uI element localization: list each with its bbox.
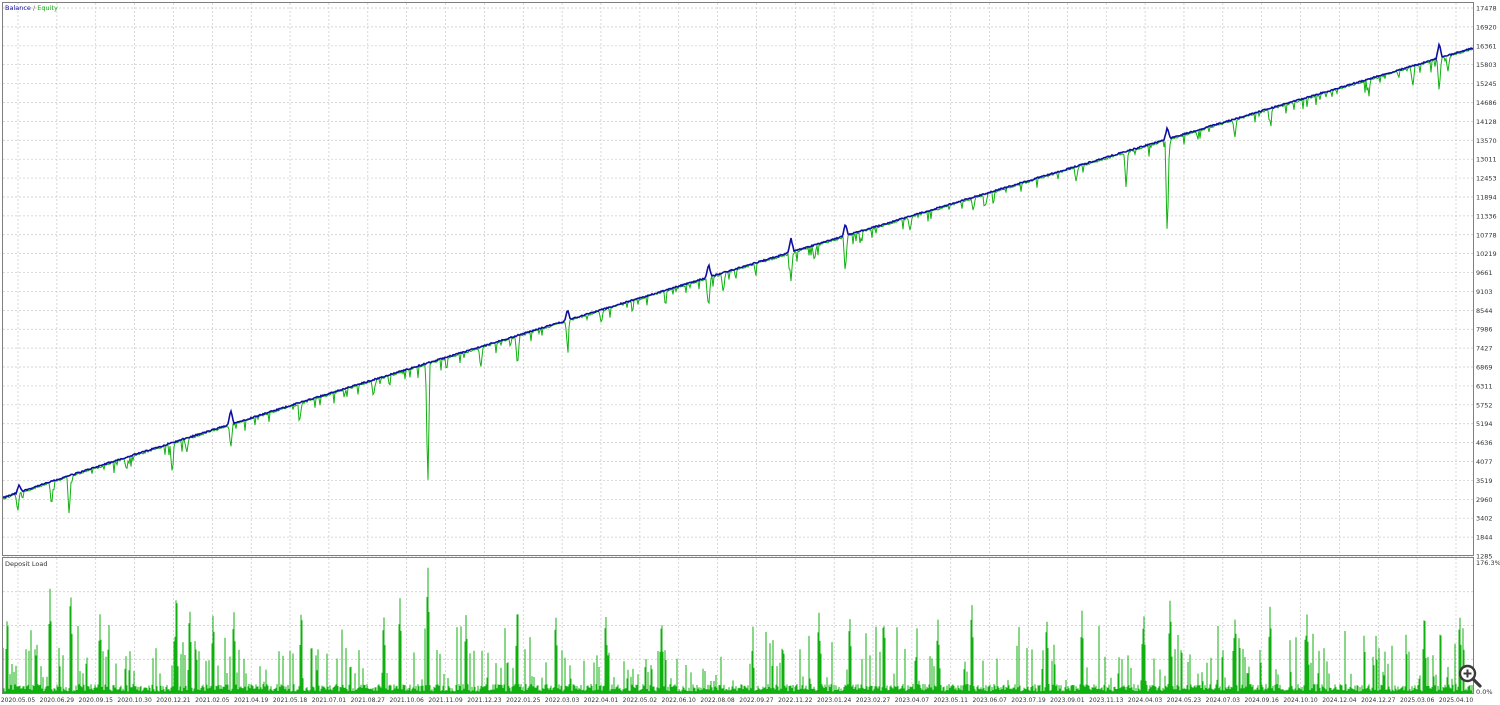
y-tick-label: 6311 [1476,382,1493,390]
magnifier-plus-icon [1458,664,1482,688]
y-tick-label: 5752 [1476,401,1493,409]
y-tick-label: 15245 [1476,80,1497,88]
y-tick-label: 9661 [1476,269,1493,277]
x-tick-label: 2022.09.27 [739,697,774,704]
x-tick-label: 2021.10.06 [389,697,424,704]
legend-balance-label: Balance [5,4,31,12]
x-tick-label: 2023.09.01 [1050,697,1085,704]
y-tick-label: 11336 [1476,212,1497,220]
y-tick-label: 15803 [1476,61,1497,69]
y-tick-label: 13011 [1476,156,1497,164]
legend-equity-label: Equity [37,4,58,12]
y-tick-label: 4636 [1476,439,1493,447]
x-tick-label: 2020.06.29 [40,697,75,704]
x-tick-label: 2023.06.07 [972,697,1007,704]
x-tick-label: 2022.11.22 [778,697,813,704]
y-tick-label: 16361 [1476,42,1497,50]
x-tick-label: 2020.09.15 [79,697,114,704]
y-tick-label: 7986 [1476,326,1493,334]
legend: Balance / Equity [5,4,58,12]
x-tick-label: 2024.05.23 [1167,697,1202,704]
x-tick-label: 2021.12.23 [467,697,502,704]
y-tick-label: 13570 [1476,137,1497,145]
x-tick-label: 2022.01.25 [506,697,541,704]
x-tick-label: 2023.05.11 [934,697,969,704]
x-tick-label: 2023.07.19 [1011,697,1046,704]
y-tick-label: 3519 [1476,477,1493,485]
y-tick-label: 8544 [1476,307,1493,315]
y-tick-label: 9103 [1476,288,1493,296]
x-tick-label: 2022.06.10 [662,697,697,704]
y-tick-label: 14128 [1476,118,1497,126]
x-tick-label: 2021.02.05 [195,697,230,704]
y-tick-label: 4077 [1476,458,1493,466]
y-tick-label: 10219 [1476,250,1497,258]
y-tick-label: 3402 [1476,515,1493,523]
x-tick-label: 2021.08.27 [351,697,386,704]
x-tick-label: 2024.12.27 [1361,697,1396,704]
x-tick-label: 2022.03.03 [545,697,580,704]
x-tick-label: 2024.09.16 [1244,697,1279,704]
y-tick-label: 1844 [1476,534,1493,542]
x-tick-label: 2020.12.21 [156,697,191,704]
x-tick-label: 2020.10.30 [117,697,152,704]
x-tick-label: 2021.07.01 [312,697,347,704]
x-tick-label: 2022.05.02 [623,697,658,704]
strategy-tester-graph: 17478 16920 16361 15803 15245 14686 14128 13570… [0,0,1500,705]
x-tick-label: 2025.04.10 [1439,697,1474,704]
y-tick-label: 17478 [1476,5,1497,13]
y-tick-label: 11894 [1476,193,1497,201]
y-tick-label: 10778 [1476,231,1497,239]
y-tick-label: 7427 [1476,345,1493,353]
y-tick-label: 2960 [1476,496,1493,504]
deposit-load-max-tick: 176.3% [1476,559,1500,567]
x-tick-label: 2025.03.06 [1400,697,1435,704]
y-tick-label: 12453 [1476,175,1497,183]
x-tick-label: 2024.10.10 [1283,697,1318,704]
deposit-load-min-tick: 0.0% [1476,688,1493,696]
zoom-button[interactable] [1457,663,1483,689]
x-tick-label: 2021.11.09 [428,697,463,704]
x-tick-label: 2022.04.01 [584,697,619,704]
x-tick-label: 2021.05.18 [273,697,308,704]
deposit-load-title: Deposit Load [5,560,48,568]
y-tick-label: 6869 [1476,364,1493,372]
x-tick-label: 2023.01.24 [817,697,852,704]
x-tick-label: 2023.11.13 [1089,697,1124,704]
x-tick-label: 2024.07.03 [1206,697,1241,704]
x-tick-label: 2023.02.27 [856,697,891,704]
x-tick-label: 2023.04.07 [895,697,930,704]
x-tick-label: 2024.04.03 [1128,697,1163,704]
y-tick-label: 16920 [1476,23,1497,31]
x-tick-label: 2020.05.05 [1,697,36,704]
y-tick-label: 5194 [1476,420,1493,428]
y-tick-label: 14686 [1476,99,1497,107]
x-tick-label: 2022.08.08 [700,697,735,704]
x-tick-label: 2024.12.04 [1322,697,1357,704]
x-tick-label: 2021.04.19 [234,697,269,704]
